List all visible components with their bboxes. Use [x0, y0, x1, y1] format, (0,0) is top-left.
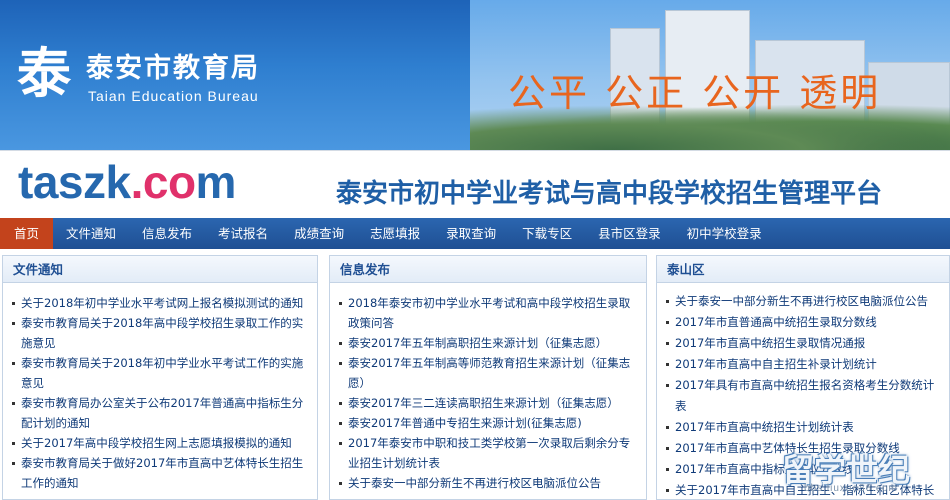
site-logo-part: taszk [18, 156, 131, 208]
panel-title: 信息发布 [330, 256, 646, 283]
list-item[interactable]: 关于2018年初中学业水平考试网上报名模拟测试的通知 [11, 293, 311, 313]
platform-title: 泰安市初中学业考试与高中段学校招生管理平台 [336, 179, 883, 209]
list-item[interactable]: 2017年市直高中自主招生补录计划统计 [665, 354, 943, 375]
list-item[interactable]: 泰安2017年三二连读高职招生来源计划（征集志愿） [338, 393, 640, 413]
nav-item-file-notices[interactable]: 文件通知 [53, 218, 129, 249]
nav-item-application[interactable]: 志愿填报 [357, 218, 433, 249]
site-title-bar: taszk.com 泰安市初中学业考试与高中段学校招生管理平台 [0, 150, 950, 218]
list-item[interactable]: 2018年泰安市初中学业水平考试和高中段学校招生录取政策问答 [338, 293, 640, 333]
list-item[interactable]: 2017年市直高中统招生录取情况通报 [665, 333, 943, 354]
panel-taishan-district: 泰山区 关于泰安一中部分新生不再进行校区电脑派位公告 2017年市直普通高中统招… [656, 255, 950, 500]
bureau-name-cn: 泰安市教育局 [86, 53, 260, 84]
nav-item-downloads[interactable]: 下载专区 [509, 218, 585, 249]
header-banner: 泰 泰安市教育局 Taian Education Bureau 公平 公正 公开… [0, 0, 950, 150]
list-item[interactable]: 关于2017年高中段学校招生网上志愿填报模拟的通知 [11, 433, 311, 453]
nav-item-admission-query[interactable]: 录取查询 [433, 218, 509, 249]
list-item[interactable]: 泰安市教育局关于2018年初中学业水平考试工作的实施意见 [11, 353, 311, 393]
list-item[interactable]: 2017年泰安市中职和技工类学校第一次录取后剩余分专业招生计划统计表 [338, 433, 640, 473]
site-logo[interactable]: taszk.com [18, 155, 236, 209]
list-item[interactable]: 泰安2017年五年制高等师范教育招生来源计划（征集志愿） [338, 353, 640, 393]
site-logo-part: .co [130, 156, 196, 208]
panel-file-notices: 文件通知 关于2018年初中学业水平考试网上报名模拟测试的通知 泰安市教育局关于… [2, 255, 318, 500]
panel-title: 文件通知 [3, 256, 317, 283]
district-list: 关于泰安一中部分新生不再进行校区电脑派位公告 2017年市直普通高中统招生录取分… [657, 283, 949, 499]
list-item[interactable]: 泰安市教育局关于做好2017年市直高中艺体特长生招生工作的通知 [11, 453, 311, 493]
list-item[interactable]: 2017年市直高中指标生录取分数线 [665, 459, 943, 480]
banner-slogan: 公平 公正 公开 透明 [508, 71, 882, 115]
list-item[interactable]: 泰安市教育局办公室关于公布2017年普通高中指标生分配计划的通知 [11, 393, 311, 433]
nav-item-school-login[interactable]: 初中学校登录 [674, 218, 775, 249]
list-item[interactable]: 2017年市直高中统招生计划统计表 [665, 417, 943, 438]
list-item[interactable]: 关于2017年市直高中自主招生、指标生和艺体特长生录取情况的通报 [665, 480, 943, 499]
panel-info-release: 信息发布 2018年泰安市初中学业水平考试和高中段学校招生录取政策问答 泰安20… [329, 255, 647, 500]
nav-item-home[interactable]: 首页 [0, 218, 54, 249]
bureau-name-en: Taian Education Bureau [88, 88, 259, 104]
nav-item-exam-registration[interactable]: 考试报名 [205, 218, 281, 249]
nav-item-info-release[interactable]: 信息发布 [129, 218, 205, 249]
list-item[interactable]: 2017年市直普通高中统招生录取分数线 [665, 312, 943, 333]
notice-list: 关于2018年初中学业水平考试网上报名模拟测试的通知 泰安市教育局关于2018年… [3, 283, 317, 493]
bureau-emblem-icon: 泰 [17, 41, 71, 105]
list-item[interactable]: 泰安2017年五年制高职招生来源计划（征集志愿） [338, 333, 640, 353]
main-nav: 首页 文件通知 信息发布 考试报名 成绩查询 志愿填报 录取查询 下载专区 县市… [0, 218, 950, 249]
list-item[interactable]: 泰安市教育局关于2018年高中段学校招生录取工作的实施意见 [11, 313, 311, 353]
nav-item-score-query[interactable]: 成绩查询 [281, 218, 357, 249]
list-item[interactable]: 关于泰安一中部分新生不再进行校区电脑派位公告 [665, 291, 943, 312]
list-item[interactable]: 2017年市直高中艺体特长生招生录取分数线 [665, 438, 943, 459]
nav-item-county-login[interactable]: 县市区登录 [585, 218, 674, 249]
list-item[interactable]: 2017年具有市直高中统招生报名资格考生分数统计表 [665, 375, 943, 417]
panel-title: 泰山区 [657, 256, 949, 283]
info-list: 2018年泰安市初中学业水平考试和高中段学校招生录取政策问答 泰安2017年五年… [330, 283, 646, 493]
list-item[interactable]: 关于泰安一中部分新生不再进行校区电脑派位公告 [338, 473, 640, 493]
site-logo-part: m [195, 156, 237, 208]
list-item[interactable]: 泰安2017年普通中专招生来源计划(征集志愿) [338, 413, 640, 433]
